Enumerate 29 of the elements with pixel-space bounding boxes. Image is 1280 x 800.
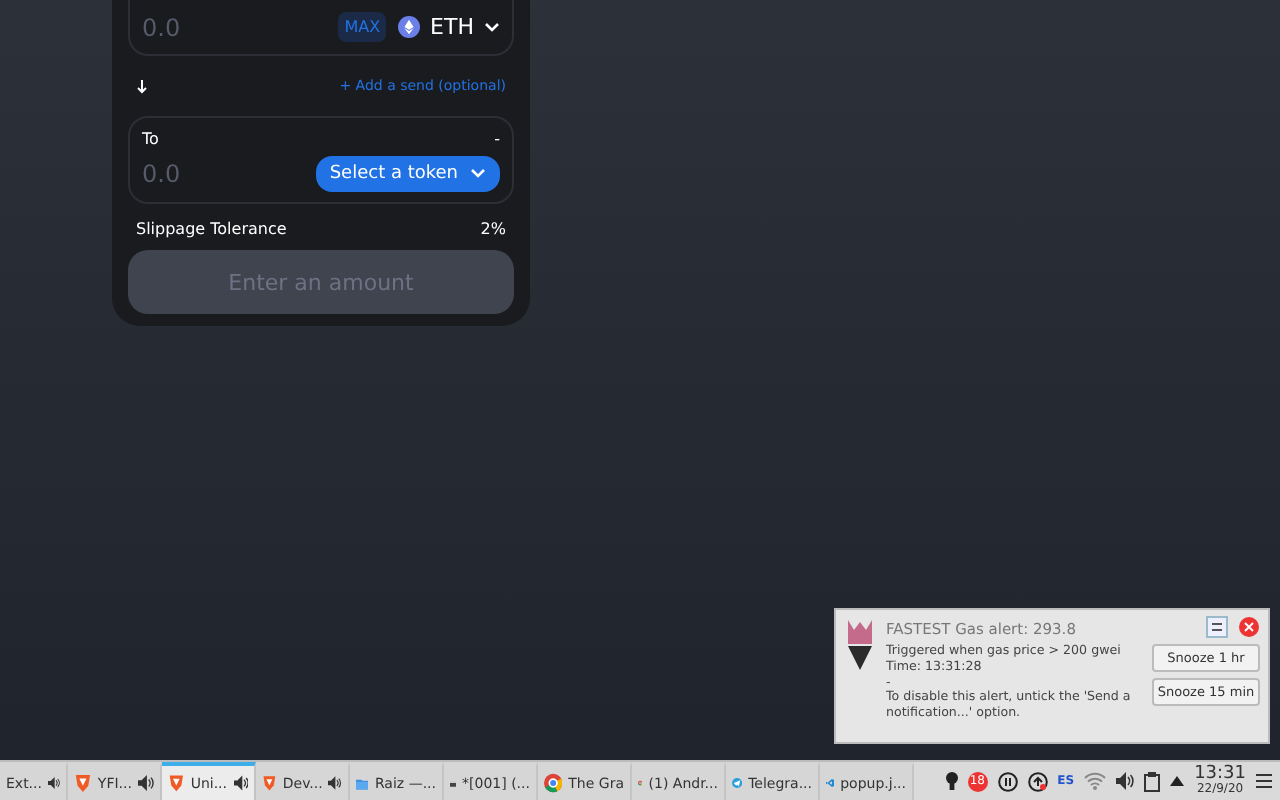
speaker-icon[interactable]: [233, 774, 248, 792]
clock-time[interactable]: 13:31: [1194, 765, 1246, 781]
menu-icon[interactable]: [1256, 774, 1272, 788]
lion-shield-icon: [74, 772, 92, 794]
lion-shield-icon: [262, 772, 277, 794]
bulb-icon[interactable]: [945, 771, 958, 791]
volume-icon[interactable]: [1116, 772, 1135, 790]
chevron-down-icon: [484, 22, 500, 32]
arrow-down-icon[interactable]: [136, 79, 148, 93]
clipboard-icon[interactable]: [1144, 771, 1161, 791]
triangle-up-icon[interactable]: [1170, 776, 1185, 786]
speaker-icon[interactable]: [48, 774, 60, 792]
slippage-value: 2%: [480, 220, 506, 238]
settings-icon[interactable]: [1206, 616, 1228, 638]
close-icon[interactable]: [1238, 616, 1260, 638]
diamond-coin-icon: [398, 16, 421, 38]
paper-plane-icon: [732, 772, 743, 794]
token-selector[interactable]: ETH: [398, 14, 500, 40]
upload-icon[interactable]: [1027, 771, 1048, 791]
speaker-icon[interactable]: [328, 774, 342, 792]
speaker-icon[interactable]: [137, 774, 154, 792]
select-token-button[interactable]: Select a token: [315, 155, 500, 191]
wifi-icon[interactable]: [1084, 772, 1107, 790]
lion-shield-icon: [168, 772, 185, 794]
slippage-label: Slippage Tolerance: [136, 220, 287, 238]
to-label: To: [142, 129, 159, 147]
pause-icon[interactable]: [997, 771, 1018, 791]
chevron-down-icon: [470, 168, 486, 178]
balance-text: -: [494, 129, 500, 147]
